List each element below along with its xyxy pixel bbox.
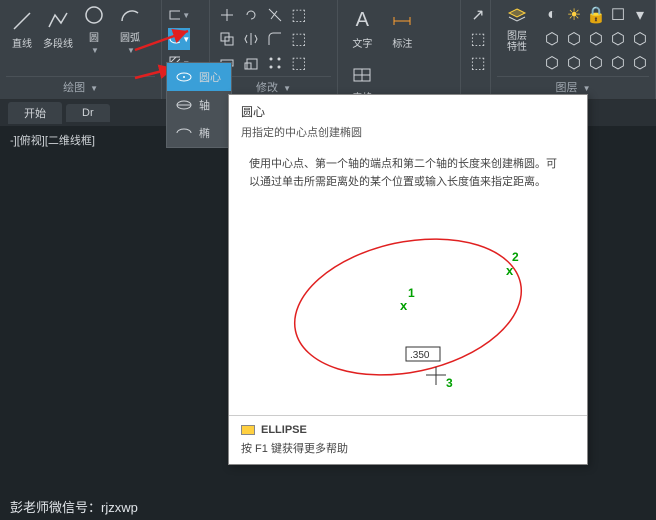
panel-draw: 直线 多段线 圆 ▼ 圆弧 ▼ 绘图 ▼ (0, 0, 162, 99)
menu-label: 轴 (199, 97, 210, 113)
tooltip-footer: ELLIPSE 按 F1 键获得更多帮助 (229, 415, 587, 464)
tool-d[interactable]: ⬚ (467, 28, 489, 50)
diagram-x1: x (400, 298, 408, 313)
trim-tool[interactable] (264, 4, 286, 26)
tooltip-help: 按 F1 键获得更多帮助 (241, 440, 575, 456)
panel-annotate: A 文字 标注 表格 注释 ▼ (338, 0, 461, 99)
fillet-tool[interactable] (264, 28, 286, 50)
chevron-down-icon: ▼ (91, 46, 99, 55)
tool-a[interactable]: ⬚ (288, 4, 310, 26)
layer-tool-12[interactable]: ⬡ (563, 52, 585, 74)
tooltip-command: ELLIPSE (261, 424, 307, 436)
menu-item-axis[interactable]: 轴 (167, 91, 231, 119)
diagram-value: .350 (410, 350, 430, 361)
rotate-tool[interactable] (240, 4, 262, 26)
circle-tool[interactable]: 圆 ▼ (78, 4, 110, 54)
ellipse-axis-icon (175, 98, 193, 112)
panel-draw-title[interactable]: 绘图 ▼ (6, 76, 155, 95)
ellipse-center-icon (175, 70, 193, 84)
diagram-pt1: 1 (408, 286, 415, 300)
layer-tool-2[interactable]: ☀ (563, 4, 585, 26)
tooltip-subtitle: 用指定的中心点创建椭圆 (229, 124, 587, 148)
layer-tool-14[interactable]: ⬡ (607, 52, 629, 74)
polyline-label: 多段线 (43, 35, 73, 50)
tooltip-title: 圆心 (229, 95, 587, 124)
circle-icon (82, 3, 106, 27)
menu-label: 椭 (199, 125, 210, 141)
ellipse-tool[interactable]: ▼ (168, 28, 190, 50)
ellipse-arc-icon (175, 126, 193, 140)
panel-layers: 图层 特性 ◐ ☀ 🔒 ☐ ▾ ⬡ ⬡ ⬡ ⬡ ⬡ ⬡ ⬡ ⬡ ⬡ ⬡ 图层 ▼ (491, 0, 656, 99)
ellipse-dropdown: 圆心 轴 椭 (166, 62, 232, 148)
panel-annotate-extra: ↗ ⬚ ⬚ (461, 0, 491, 99)
layer-props-tool[interactable]: 图层 特性 (497, 4, 537, 54)
tool-c[interactable]: ⬚ (288, 52, 310, 74)
layer-tool-6[interactable]: ⬡ (541, 28, 563, 50)
layer-tool-4[interactable]: ☐ (607, 4, 629, 26)
tool-e[interactable]: ⬚ (467, 52, 489, 74)
layer-tool-5[interactable]: ▾ (629, 4, 651, 26)
layer-tool-13[interactable]: ⬡ (585, 52, 607, 74)
panel-layers-title[interactable]: 图层 ▼ (497, 76, 649, 95)
array-tool[interactable] (264, 52, 286, 74)
dim-icon (390, 9, 414, 33)
layer-tool-3[interactable]: 🔒 (585, 4, 607, 26)
menu-label: 圆心 (199, 69, 221, 85)
command-icon (241, 425, 255, 435)
menu-item-center[interactable]: 圆心 (167, 63, 231, 91)
footer-text: 彭老师微信号：rjzxwp (10, 497, 138, 516)
move-tool[interactable] (216, 4, 238, 26)
table-icon (350, 63, 374, 87)
copy-tool[interactable] (216, 28, 238, 50)
tooltip: 圆心 用指定的中心点创建椭圆 使用中心点、第一个轴的端点和第二个轴的长度来创建椭… (228, 94, 588, 465)
line-label: 直线 (12, 35, 32, 50)
layer-tool-11[interactable]: ⬡ (541, 52, 563, 74)
layer-tool-7[interactable]: ⬡ (563, 28, 585, 50)
layers-icon (505, 5, 529, 29)
scale-tool[interactable] (240, 52, 262, 74)
dim-label: 标注 (392, 35, 412, 50)
text-icon: A (350, 9, 374, 33)
arc-icon (118, 3, 142, 27)
leader-tool[interactable]: ↗ (467, 4, 489, 26)
diagram-pt2: 2 (512, 250, 519, 264)
diagram-x2: x (506, 263, 514, 278)
layer-tool-1[interactable]: ◐ (541, 4, 563, 26)
ribbon: 直线 多段线 圆 ▼ 圆弧 ▼ 绘图 ▼ ▼ ▼ ▼ (0, 0, 656, 100)
line-icon (10, 9, 34, 33)
text-label: 文字 (352, 35, 372, 50)
mirror-tool[interactable] (240, 28, 262, 50)
layer-tool-8[interactable]: ⬡ (585, 28, 607, 50)
chevron-down-icon: ▼ (127, 46, 135, 55)
dim-tool[interactable]: 标注 (384, 4, 420, 54)
tab-start[interactable]: 开始 (8, 102, 62, 124)
text-tool[interactable]: A 文字 (344, 4, 380, 54)
tab-drawing[interactable]: Dr (66, 104, 110, 122)
polyline-icon (46, 9, 70, 33)
tooltip-diagram: x 1 x 2 3 .350 (248, 207, 568, 407)
line-tool[interactable]: 直线 (6, 4, 38, 54)
tool-b[interactable]: ⬚ (288, 28, 310, 50)
circle-label: 圆 (89, 29, 99, 44)
polyline-tool[interactable]: 多段线 (42, 4, 74, 54)
layer-tool-15[interactable]: ⬡ (629, 52, 651, 74)
tooltip-body: 使用中心点、第一个轴的端点和第二个轴的长度来创建椭圆。可以通过单击所需距离处的某… (229, 148, 587, 199)
layer-tool-10[interactable]: ⬡ (629, 28, 651, 50)
rect-tool[interactable]: ▼ (168, 4, 190, 26)
arc-label: 圆弧 (120, 29, 140, 44)
panel-modify-title[interactable]: 修改 ▼ (216, 76, 332, 95)
layer-tool-9[interactable]: ⬡ (607, 28, 629, 50)
layer-props-label: 图层 特性 (507, 31, 527, 53)
arc-tool[interactable]: 圆弧 ▼ (114, 4, 146, 54)
diagram-pt3: 3 (446, 376, 453, 390)
menu-item-ellipse[interactable]: 椭 (167, 119, 231, 147)
